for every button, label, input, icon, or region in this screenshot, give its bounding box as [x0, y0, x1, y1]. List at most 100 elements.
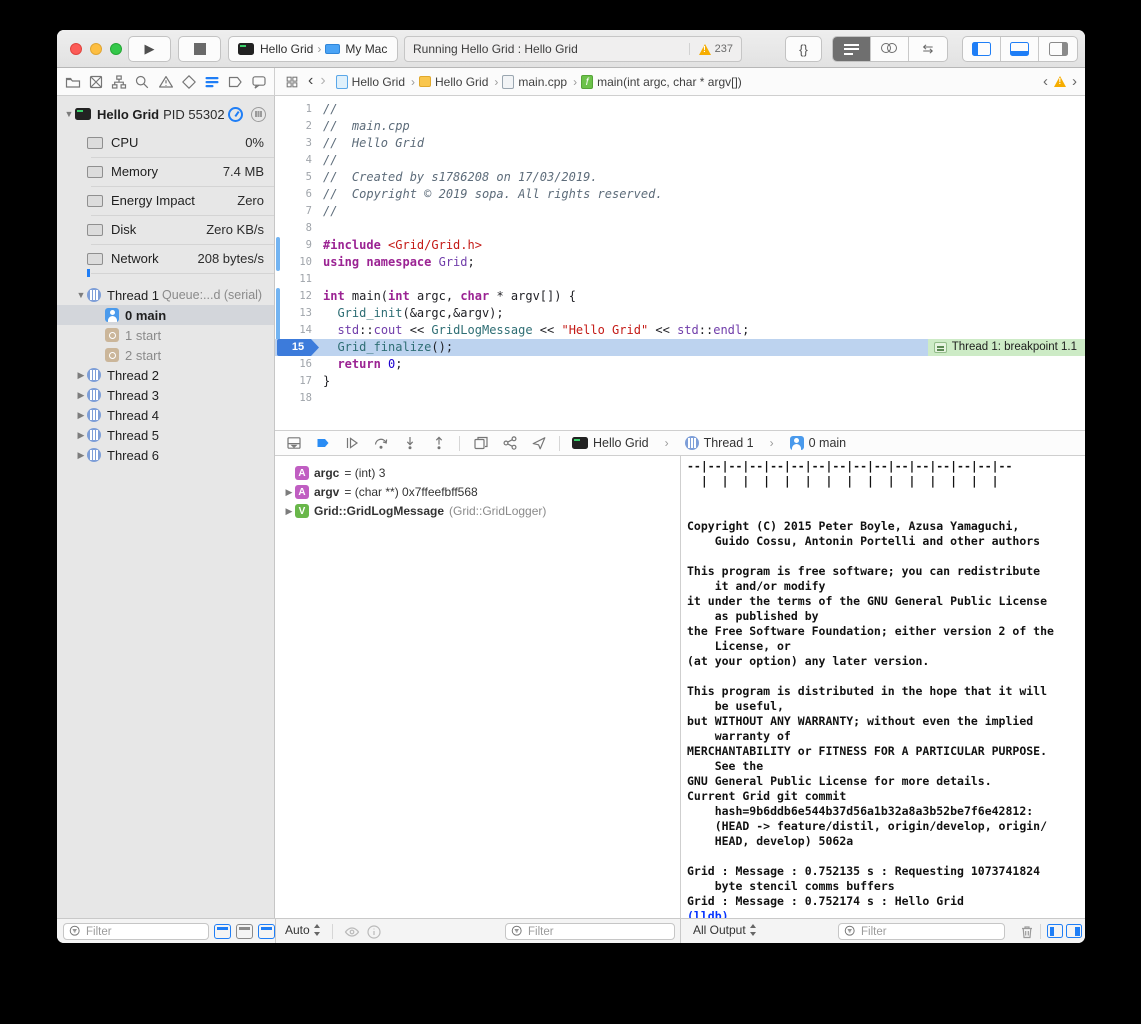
- variables-filter-field[interactable]: Filter: [505, 923, 675, 940]
- variables-scope-selector[interactable]: Auto: [285, 923, 321, 937]
- gauge-toggle-icon[interactable]: [228, 107, 243, 122]
- view-mode-ui-icon[interactable]: [258, 924, 275, 939]
- related-items-icon[interactable]: [283, 73, 300, 90]
- code-line-5[interactable]: 5// Created by s1786208 on 17/03/2019.: [275, 169, 1085, 186]
- quicklook-eye-button[interactable]: [343, 923, 360, 940]
- thread-row[interactable]: ▶Thread 5: [57, 425, 274, 445]
- standard-editor-button[interactable]: [833, 37, 871, 61]
- view-mode-flat-icon[interactable]: [214, 924, 231, 939]
- debug-breadcrumb-item[interactable]: Hello Grid: [572, 436, 649, 450]
- next-issue-button[interactable]: ›: [1072, 73, 1077, 90]
- gauge-row-energy-impact[interactable]: Energy ImpactZero: [57, 186, 274, 215]
- code-line-6[interactable]: 6// Copyright © 2019 sopa. All rights re…: [275, 186, 1085, 203]
- back-button[interactable]: ‹: [308, 72, 313, 90]
- jump-bar-item[interactable]: main.cpp: [518, 75, 567, 89]
- jump-bar-item[interactable]: Hello Grid: [352, 75, 405, 89]
- hide-debug-button[interactable]: [285, 435, 302, 452]
- code-line-15[interactable]: Grid_finalize();15Thread 1: breakpoint 1…: [275, 339, 1085, 356]
- disclosure-triangle[interactable]: ▶: [75, 390, 87, 401]
- code-line-3[interactable]: 3// Hello Grid: [275, 135, 1085, 152]
- stack-frame-row[interactable]: 1 start: [57, 325, 274, 345]
- toggle-inspector-button[interactable]: [1039, 37, 1077, 61]
- debug-breadcrumb-item[interactable]: 0 main: [790, 436, 847, 450]
- gauge-row-disk[interactable]: DiskZero KB/s: [57, 215, 274, 244]
- jump-bar-item[interactable]: Hello Grid: [435, 75, 488, 89]
- zoom-window-button[interactable]: [110, 43, 122, 55]
- code-line-10[interactable]: 10using namespace Grid;: [275, 254, 1085, 271]
- code-line-9[interactable]: 9#include <Grid/Grid.h>: [275, 237, 1085, 254]
- breakpoints-toggle-button[interactable]: [314, 435, 331, 452]
- view-debugger-button[interactable]: [472, 435, 489, 452]
- disclosure-triangle[interactable]: ▶: [75, 370, 87, 381]
- stop-button[interactable]: [178, 36, 221, 62]
- warning-icon[interactable]: [1054, 76, 1066, 87]
- code-line-17[interactable]: 17}: [275, 373, 1085, 390]
- issues-badge[interactable]: 237: [689, 43, 733, 55]
- console-scope-selector[interactable]: All Output: [693, 923, 757, 937]
- toggle-variables-view-button[interactable]: [1047, 924, 1063, 938]
- console-filter-field[interactable]: Filter: [838, 923, 1005, 940]
- toggle-navigator-button[interactable]: [963, 37, 1001, 61]
- report-navigator-icon[interactable]: [250, 73, 267, 90]
- toggle-console-button[interactable]: [1066, 924, 1082, 938]
- scheme-selector[interactable]: Hello Grid › My Mac: [228, 36, 398, 62]
- test-navigator-icon[interactable]: [180, 73, 197, 90]
- variable-row[interactable]: ▶VGrid::GridLogMessage(Grid::GridLogger): [275, 502, 680, 520]
- gauge-row-memory[interactable]: Memory7.4 MB: [57, 157, 274, 186]
- step-out-button[interactable]: [430, 435, 447, 452]
- location-button[interactable]: [530, 435, 547, 452]
- version-editor-button[interactable]: ⇆: [909, 37, 947, 61]
- breakpoint-indicator[interactable]: 15: [277, 339, 319, 356]
- breakpoint-navigator-icon[interactable]: [227, 73, 244, 90]
- process-row[interactable]: ▼Hello Grid PID 55302: [57, 104, 274, 124]
- toggle-debug-area-button[interactable]: [1001, 37, 1039, 61]
- debug-navigator-icon[interactable]: [204, 73, 221, 90]
- forward-button[interactable]: ›: [320, 72, 325, 90]
- code-line-4[interactable]: 4//: [275, 152, 1085, 169]
- symbol-navigator-icon[interactable]: [111, 73, 128, 90]
- navigator-filter-field[interactable]: Filter: [63, 923, 209, 940]
- stack-frame-row[interactable]: 2 start: [57, 345, 274, 365]
- variable-row[interactable]: ▶Aargv= (char **) 0x7ffeefbff568: [275, 483, 680, 501]
- code-line-1[interactable]: 1//: [275, 101, 1085, 118]
- issue-navigator-icon[interactable]: [157, 73, 174, 90]
- code-line-2[interactable]: 2// main.cpp: [275, 118, 1085, 135]
- source-control-navigator-icon[interactable]: [87, 73, 104, 90]
- code-line-14[interactable]: 14 std::cout << GridLogMessage << "Hello…: [275, 322, 1085, 339]
- code-line-18[interactable]: 18: [275, 390, 1085, 407]
- console-pane[interactable]: --|--|--|--|--|--|--|--|--|--|--|--|--|-…: [680, 456, 1085, 918]
- disclosure-triangle[interactable]: ▼: [63, 109, 75, 119]
- project-navigator-icon[interactable]: [64, 73, 81, 90]
- breakpoint-annotation[interactable]: Thread 1: breakpoint 1.1: [928, 339, 1085, 356]
- print-description-button[interactable]: [365, 923, 382, 940]
- continue-button[interactable]: [343, 435, 360, 452]
- run-button[interactable]: ▶: [128, 36, 171, 62]
- step-into-button[interactable]: [401, 435, 418, 452]
- code-line-12[interactable]: 12int main(int argc, char * argv[]) {: [275, 288, 1085, 305]
- code-line-7[interactable]: 7//: [275, 203, 1085, 220]
- view-mode-group-icon[interactable]: [236, 924, 253, 939]
- thread-row[interactable]: ▶Thread 6: [57, 445, 274, 465]
- code-line-8[interactable]: 8: [275, 220, 1085, 237]
- clear-console-button[interactable]: [1018, 923, 1035, 940]
- jump-bar-item[interactable]: main(int argc, char * argv[]): [597, 75, 742, 89]
- minimize-window-button[interactable]: [90, 43, 102, 55]
- find-navigator-icon[interactable]: [134, 73, 151, 90]
- disclosure-triangle[interactable]: ▶: [75, 430, 87, 441]
- thread-row[interactable]: ▼Thread 1 Queue:...d (serial): [57, 285, 274, 305]
- library-button[interactable]: {}: [785, 36, 822, 62]
- disclosure-triangle[interactable]: ▶: [283, 506, 295, 517]
- gauge-row-cpu[interactable]: CPU0%: [57, 128, 274, 157]
- disclosure-triangle[interactable]: ▶: [75, 410, 87, 421]
- code-line-13[interactable]: 13 Grid_init(&argc,&argv);: [275, 305, 1085, 322]
- debug-breadcrumb-item[interactable]: Thread 1: [685, 436, 754, 450]
- code-line-11[interactable]: 11: [275, 271, 1085, 288]
- assistant-editor-button[interactable]: [871, 37, 909, 61]
- memory-graph-button[interactable]: [501, 435, 518, 452]
- thread-row[interactable]: ▶Thread 4: [57, 405, 274, 425]
- thread-row[interactable]: ▶Thread 2: [57, 365, 274, 385]
- source-editor[interactable]: 1//2// main.cpp3// Hello Grid4//5// Crea…: [275, 96, 1085, 430]
- previous-issue-button[interactable]: ‹: [1043, 73, 1048, 90]
- code-line-16[interactable]: 16 return 0;: [275, 356, 1085, 373]
- step-over-button[interactable]: [372, 435, 389, 452]
